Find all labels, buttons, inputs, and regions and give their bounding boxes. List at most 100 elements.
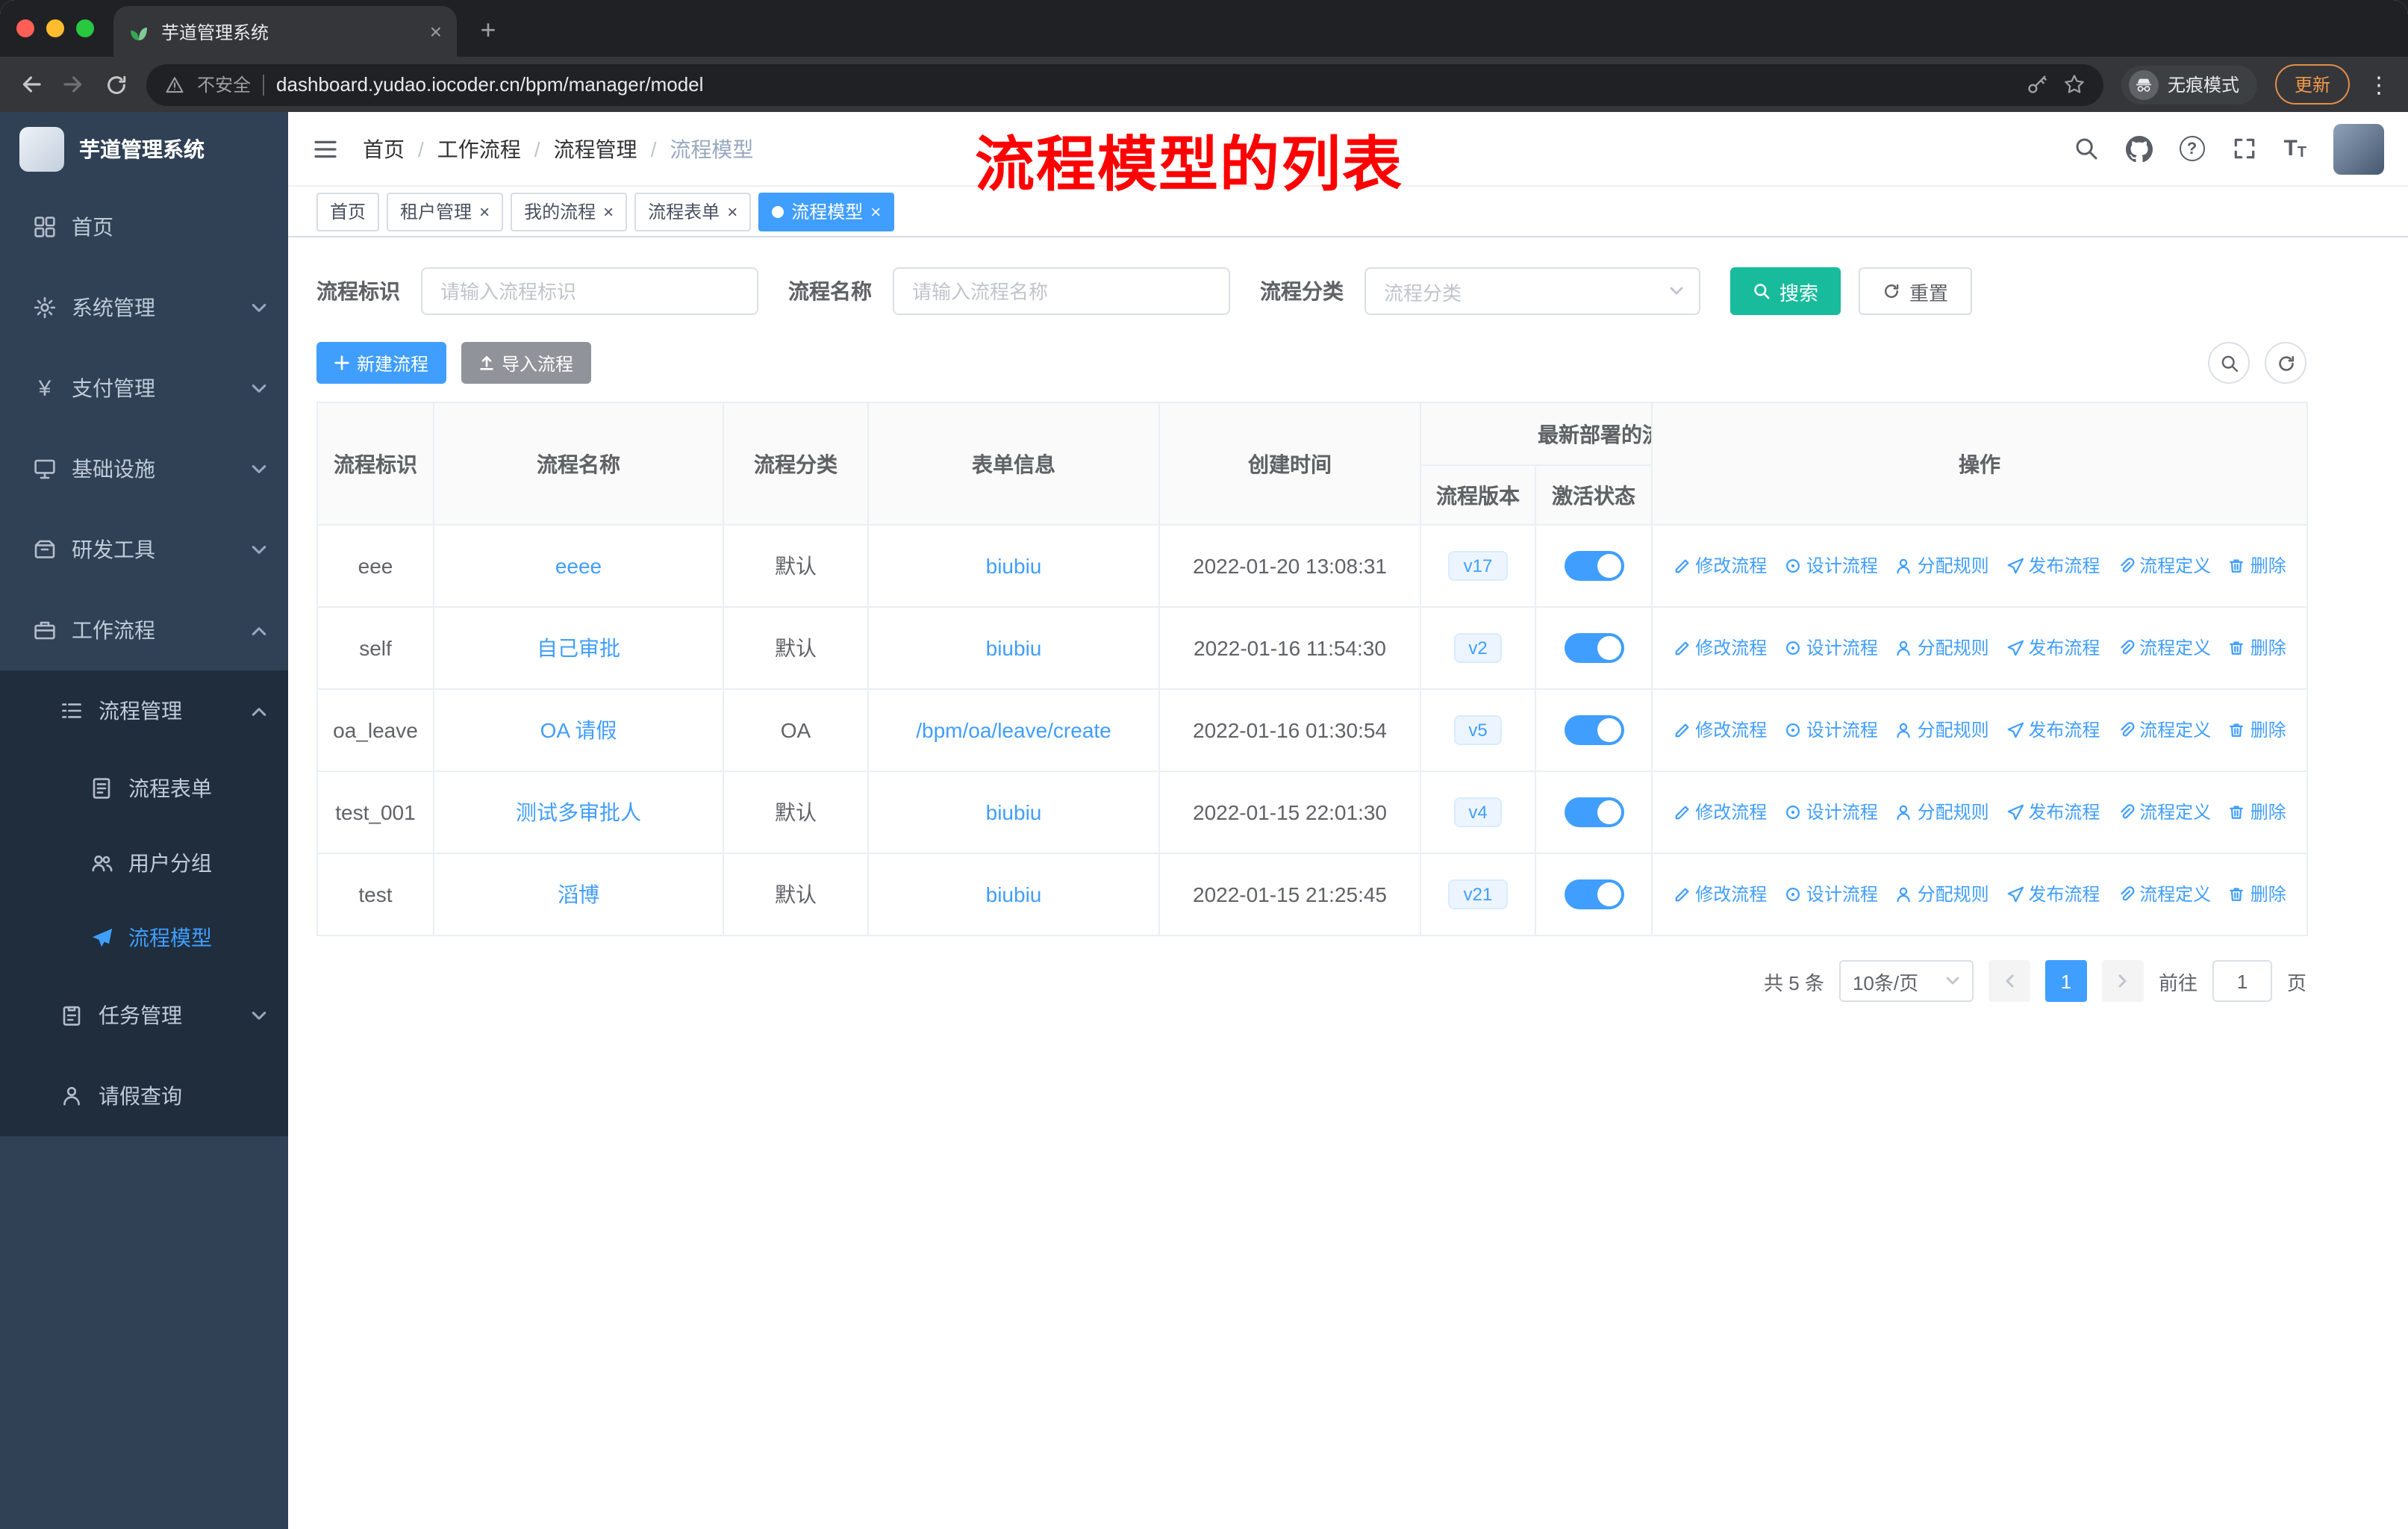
tag-close-icon[interactable]: × (479, 202, 490, 220)
publish-process-link[interactable]: 发布流程 (2006, 800, 2100, 825)
sidebar-item-payment[interactable]: ¥ 支付管理 (0, 348, 288, 429)
breadcrumb-item[interactable]: 流程管理 (554, 134, 637, 164)
publish-process-link[interactable]: 发布流程 (2006, 717, 2100, 743)
publish-process-link[interactable]: 发布流程 (2006, 635, 2100, 661)
help-icon[interactable]: ? (2179, 136, 2205, 161)
breadcrumb-item[interactable]: 首页 (363, 134, 405, 164)
process-id-input[interactable] (421, 267, 758, 315)
process-definition-link[interactable]: 流程定义 (2117, 800, 2211, 825)
process-definition-link[interactable]: 流程定义 (2117, 553, 2211, 579)
form-info-link[interactable]: biubiu (867, 606, 1160, 690)
tag-close-icon[interactable]: × (727, 202, 737, 220)
form-info-link[interactable]: biubiu (867, 524, 1160, 608)
assign-rule-link[interactable]: 分配规则 (1895, 717, 1989, 743)
process-definition-link[interactable]: 流程定义 (2117, 717, 2211, 743)
sidebar-item-process-model[interactable]: 流程模型 (0, 900, 288, 975)
process-name-link[interactable]: 自己审批 (433, 606, 724, 690)
breadcrumb-item[interactable]: 工作流程 (437, 134, 521, 164)
active-status-toggle[interactable] (1564, 797, 1623, 827)
back-icon[interactable] (18, 72, 43, 97)
delete-link[interactable]: 删除 (2228, 553, 2286, 579)
close-window-button[interactable] (16, 19, 34, 37)
active-status-toggle[interactable] (1564, 715, 1623, 745)
active-status-toggle[interactable] (1564, 633, 1623, 663)
sidebar-item-devtools[interactable]: 研发工具 (0, 509, 288, 590)
design-process-link[interactable]: 设计流程 (1784, 635, 1878, 661)
sidebar-item-leave-query[interactable]: 请假查询 (0, 1056, 288, 1136)
sidebar-item-workflow[interactable]: 工作流程 (0, 590, 288, 670)
browser-tab[interactable]: 芋道管理系统 × (113, 6, 457, 57)
form-info-link[interactable]: biubiu (867, 853, 1160, 936)
assign-rule-link[interactable]: 分配规则 (1895, 553, 1989, 579)
design-process-link[interactable]: 设计流程 (1784, 882, 1878, 907)
form-info-link[interactable]: biubiu (867, 770, 1160, 854)
delete-link[interactable]: 删除 (2228, 635, 2286, 661)
next-page-button[interactable] (2101, 960, 2144, 1002)
edit-process-link[interactable]: 修改流程 (1673, 882, 1767, 907)
edit-process-link[interactable]: 修改流程 (1673, 553, 1767, 579)
url-bar[interactable]: 不安全 dashboard.yudao.iocoder.cn/bpm/manag… (146, 63, 2103, 105)
delete-link[interactable]: 删除 (2228, 882, 2286, 907)
tag-home[interactable]: 首页 (316, 192, 380, 231)
tag-process-form[interactable]: 流程表单 × (634, 192, 752, 231)
page-number-button[interactable]: 1 (2044, 960, 2087, 1002)
reset-button[interactable]: 重置 (1859, 267, 1973, 315)
github-icon[interactable] (2125, 135, 2153, 162)
reload-icon[interactable] (105, 72, 128, 96)
process-name-link[interactable]: eeee (433, 524, 724, 608)
tag-close-icon[interactable]: × (870, 202, 881, 220)
sidebar-item-user-group[interactable]: 用户分组 (0, 826, 288, 900)
password-key-icon[interactable] (2026, 73, 2048, 96)
hide-search-button[interactable] (2208, 342, 2250, 384)
sidebar-item-home[interactable]: 首页 (0, 187, 288, 267)
create-process-button[interactable]: 新建流程 (316, 342, 447, 384)
collapse-sidebar-icon[interactable] (312, 135, 339, 162)
incognito-badge[interactable]: 无痕模式 (2121, 65, 2257, 104)
fullscreen-icon[interactable] (2231, 136, 2256, 161)
search-icon[interactable] (2073, 136, 2098, 161)
process-category-select[interactable]: 流程分类 (1364, 267, 1700, 315)
minimize-window-button[interactable] (46, 19, 64, 37)
sidebar-item-process-management[interactable]: 流程管理 (0, 670, 288, 751)
tag-tenant[interactable]: 租户管理 × (387, 192, 504, 231)
tag-process-model[interactable]: 流程模型 × (758, 192, 895, 231)
tab-close-icon[interactable]: × (430, 19, 442, 43)
sidebar-item-task-management[interactable]: 任务管理 (0, 975, 288, 1056)
bookmark-star-icon[interactable] (2063, 73, 2086, 96)
assign-rule-link[interactable]: 分配规则 (1895, 635, 1989, 661)
refresh-table-button[interactable] (2265, 342, 2306, 384)
publish-process-link[interactable]: 发布流程 (2006, 553, 2100, 579)
browser-menu-icon[interactable]: ⋮ (2368, 71, 2390, 98)
publish-process-link[interactable]: 发布流程 (2006, 882, 2100, 907)
update-button[interactable]: 更新 (2274, 64, 2350, 105)
edit-process-link[interactable]: 修改流程 (1673, 717, 1767, 743)
process-name-input[interactable] (893, 267, 1230, 315)
goto-page-input[interactable] (2212, 960, 2272, 1002)
zoom-window-button[interactable] (76, 19, 94, 37)
font-size-icon[interactable]: TT (2283, 136, 2306, 161)
edit-process-link[interactable]: 修改流程 (1673, 635, 1767, 661)
design-process-link[interactable]: 设计流程 (1784, 553, 1878, 579)
forward-icon[interactable] (61, 72, 87, 97)
import-process-button[interactable]: 导入流程 (461, 342, 592, 384)
active-status-toggle[interactable] (1564, 551, 1623, 581)
sidebar-item-process-form[interactable]: 流程表单 (0, 751, 288, 826)
assign-rule-link[interactable]: 分配规则 (1895, 882, 1989, 907)
new-tab-button[interactable]: + (472, 15, 505, 46)
delete-link[interactable]: 删除 (2228, 717, 2286, 743)
avatar[interactable] (2333, 123, 2384, 174)
prev-page-button[interactable] (1988, 960, 2030, 1002)
tag-my-process[interactable]: 我的流程 × (511, 192, 628, 231)
process-name-link[interactable]: 测试多审批人 (433, 770, 724, 854)
search-button[interactable]: 搜索 (1730, 267, 1841, 315)
sidebar-item-system[interactable]: 系统管理 (0, 267, 288, 348)
process-name-link[interactable]: 滔博 (433, 853, 724, 936)
process-name-link[interactable]: OA 请假 (433, 688, 724, 772)
edit-process-link[interactable]: 修改流程 (1673, 800, 1767, 825)
delete-link[interactable]: 删除 (2228, 800, 2286, 825)
form-info-link[interactable]: /bpm/oa/leave/create (867, 688, 1160, 772)
active-status-toggle[interactable] (1564, 879, 1623, 909)
process-definition-link[interactable]: 流程定义 (2117, 635, 2211, 661)
tag-close-icon[interactable]: × (603, 202, 614, 220)
sidebar-item-infrastructure[interactable]: 基础设施 (0, 429, 288, 509)
